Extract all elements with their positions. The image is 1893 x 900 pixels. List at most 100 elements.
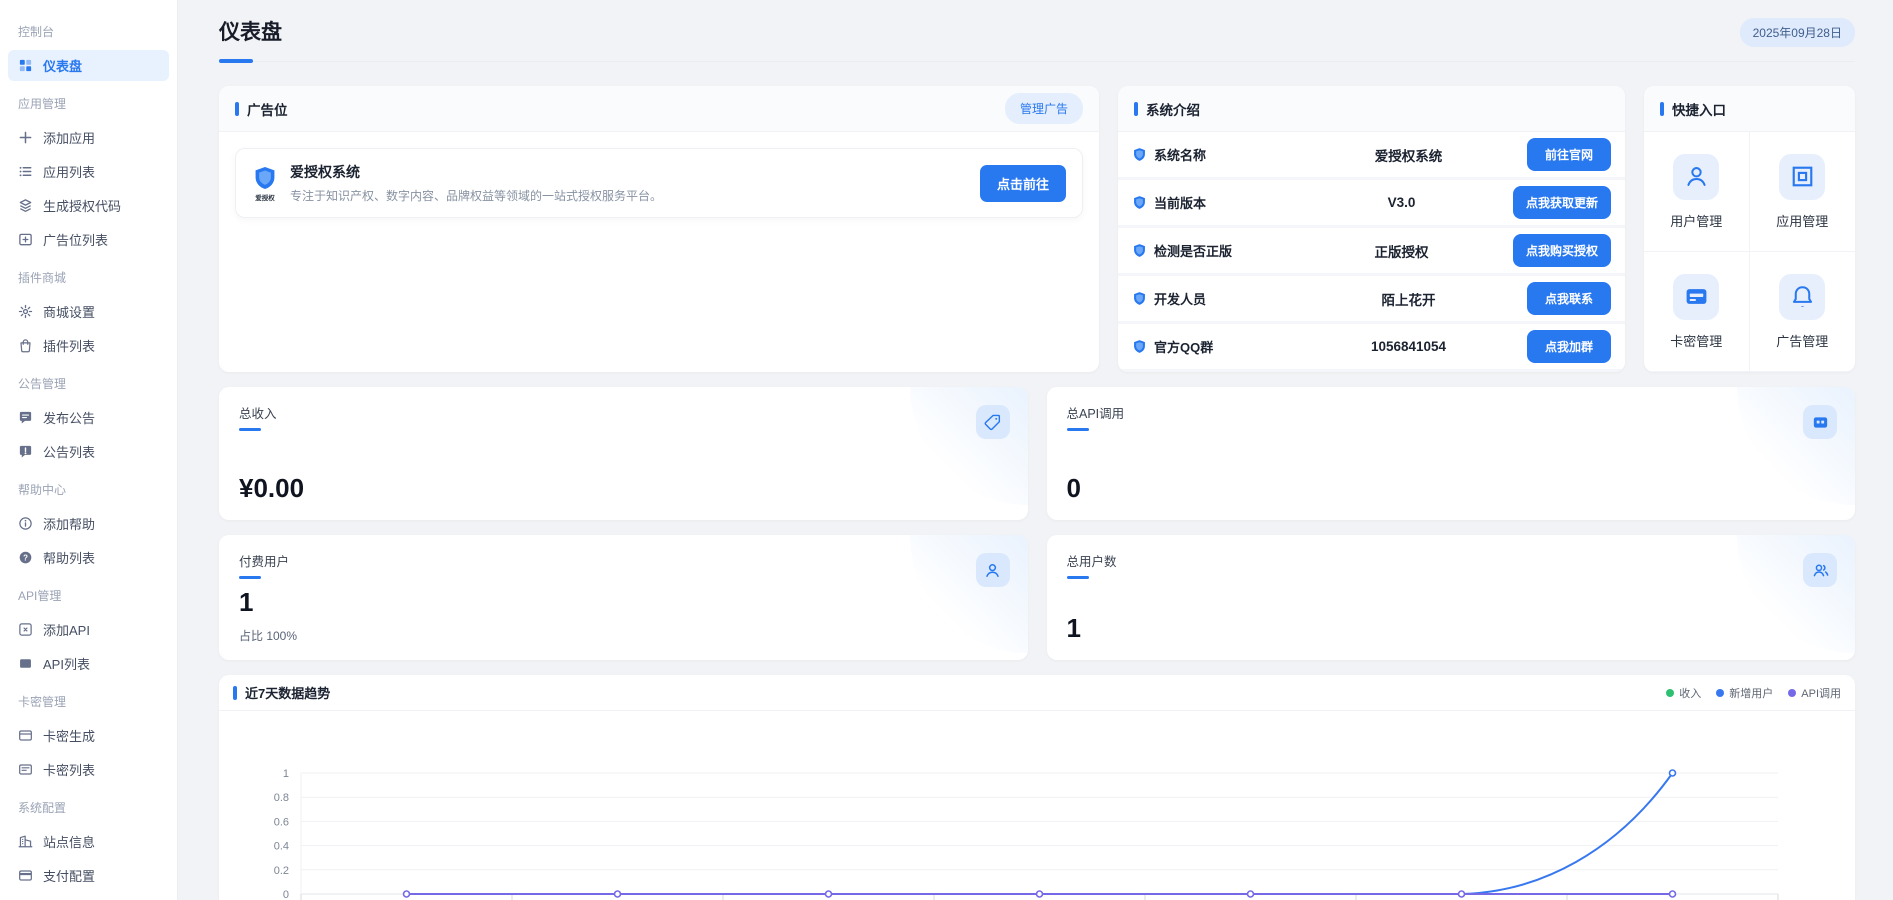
api-chip-icon	[1803, 405, 1837, 439]
quick-card-header: 快捷入口	[1644, 86, 1855, 132]
quick-entry-app-management[interactable]: 应用管理	[1750, 132, 1856, 252]
stat-sub-text: 占比 100%	[239, 627, 1008, 644]
sidebar-section-console: 控制台	[0, 12, 177, 47]
sidebar-item-mail-config[interactable]: 邮件配置	[8, 894, 169, 900]
legend-item-new-users[interactable]: 新增用户	[1716, 685, 1773, 701]
system-row-value: 陌上花开	[1290, 289, 1527, 309]
stat-card-paying-users: 付费用户 1 占比 100%	[219, 535, 1028, 660]
sidebar-item-label: 发布公告	[43, 408, 95, 427]
shield-icon	[1132, 339, 1147, 354]
legend-dot-purple	[1788, 689, 1796, 697]
sidebar-section-notices: 公告管理	[0, 364, 177, 399]
box-filled-icon	[18, 656, 33, 671]
quick-entry-ad-management[interactable]: 广告管理	[1750, 252, 1856, 372]
sidebar-item-label: 应用列表	[43, 162, 95, 181]
ad-item: 爱授权 爱授权系统 专注于知识产权、数字内容、品牌权益等领域的一站式授权服务平台…	[235, 148, 1083, 218]
chart-title: 近7天数据趋势	[245, 683, 330, 702]
sidebar-item-card-key-list[interactable]: 卡密列表	[8, 754, 169, 785]
tag-icon	[976, 405, 1010, 439]
system-row-label: 系统名称	[1154, 145, 1206, 164]
sidebar-item-api-list[interactable]: API列表	[8, 648, 169, 679]
ad-card-body: 爱授权 爱授权系统 专注于知识产权、数字内容、品牌权益等领域的一站式授权服务平台…	[219, 132, 1099, 234]
system-row-value: V3.0	[1290, 195, 1513, 210]
y-tick: 0	[283, 889, 289, 900]
sidebar-item-label: 插件列表	[43, 336, 95, 355]
y-tick: 0.2	[274, 865, 289, 877]
sidebar-item-publish-notice[interactable]: 发布公告	[8, 402, 169, 433]
ad-slot-card: 广告位 管理广告 爱授权 爱授权系统 专注于知识产权、数字内容、品牌权益等领域的…	[219, 86, 1099, 372]
new-users-peak-marker	[1670, 770, 1676, 776]
users-icon	[1803, 553, 1837, 587]
sidebar-item-ad-slot-list[interactable]: 广告位列表	[8, 224, 169, 255]
quick-entry-label: 用户管理	[1670, 211, 1722, 230]
sidebar-item-shop-settings[interactable]: 商城设置	[8, 296, 169, 327]
sidebar-item-add-help[interactable]: 添加帮助	[8, 508, 169, 539]
sidebar-item-site-info[interactable]: 站点信息	[8, 826, 169, 857]
sidebar-item-help-list[interactable]: ? 帮助列表	[8, 542, 169, 573]
plus-square-icon	[18, 232, 33, 247]
sidebar-item-label: 卡密列表	[43, 760, 95, 779]
sidebar-item-app-list[interactable]: 应用列表	[8, 156, 169, 187]
system-row-label: 当前版本	[1154, 193, 1206, 212]
sidebar-section-card-keys: 卡密管理	[0, 682, 177, 717]
ad-item-name: 爱授权系统	[290, 162, 980, 182]
system-row-value: 正版授权	[1290, 241, 1513, 261]
sidebar-item-plugin-list[interactable]: 插件列表	[8, 330, 169, 361]
sidebar-item-dashboard[interactable]: 仪表盘	[8, 50, 169, 81]
sidebar-item-add-app[interactable]: 添加应用	[8, 122, 169, 153]
legend-item-api-calls[interactable]: API调用	[1788, 685, 1841, 701]
sidebar-item-label: 添加帮助	[43, 514, 95, 533]
official-site-button[interactable]: 前往官网	[1527, 138, 1611, 171]
app-window-icon	[1779, 154, 1825, 200]
plus-icon	[18, 130, 33, 145]
stat-value: 1	[1067, 613, 1836, 644]
bag-icon	[18, 338, 33, 353]
system-row-label: 开发人员	[1154, 289, 1206, 308]
sidebar-item-label: 添加API	[43, 620, 90, 639]
ad-card-title: 广告位	[247, 99, 288, 119]
shield-icon	[1132, 243, 1147, 258]
manage-ads-button[interactable]: 管理广告	[1005, 93, 1083, 124]
buy-license-button[interactable]: 点我购买授权	[1513, 234, 1611, 267]
sidebar-item-label: 帮助列表	[43, 548, 95, 567]
header-accent-bar	[233, 686, 237, 700]
system-row-version: 当前版本 V3.0 点我获取更新	[1118, 180, 1625, 225]
y-tick: 1	[283, 768, 289, 780]
stat-label: 总用户数	[1067, 551, 1117, 579]
stat-label: 付费用户	[239, 551, 289, 579]
system-row-value: 1056841054	[1290, 339, 1527, 354]
y-tick: 0.4	[274, 841, 289, 853]
sidebar-item-card-key-generate[interactable]: 卡密生成	[8, 720, 169, 751]
quick-entry-label: 应用管理	[1776, 211, 1828, 230]
go-to-ad-button[interactable]: 点击前往	[980, 165, 1066, 202]
get-update-button[interactable]: 点我获取更新	[1513, 186, 1611, 219]
stat-card-total-api-calls: 总API调用 0	[1047, 387, 1856, 520]
sidebar-item-generate-auth-code[interactable]: 生成授权代码	[8, 190, 169, 221]
legend-dot-green	[1666, 689, 1674, 697]
ad-texts: 爱授权系统 专注于知识产权、数字内容、品牌权益等领域的一站式授权服务平台。	[290, 162, 980, 204]
legend-item-revenue[interactable]: 收入	[1666, 685, 1701, 701]
sidebar-item-label: API列表	[43, 654, 90, 673]
stat-value: 0	[1067, 473, 1836, 504]
series-line-new-users	[407, 773, 1673, 894]
stat-card-total-revenue: 总收入 ¥0.00	[219, 387, 1028, 520]
sidebar-item-add-api[interactable]: 添加API	[8, 614, 169, 645]
join-group-button[interactable]: 点我加群	[1527, 330, 1611, 363]
building-icon	[18, 834, 33, 849]
quick-card-title: 快捷入口	[1672, 99, 1726, 119]
list-icon	[18, 164, 33, 179]
contact-button[interactable]: 点我联系	[1527, 282, 1611, 315]
stat-value: ¥0.00	[239, 473, 1008, 504]
sidebar-item-payment-config[interactable]: 支付配置	[8, 860, 169, 891]
chat-icon	[18, 410, 33, 425]
shield-icon	[1132, 195, 1147, 210]
quick-entry-user-management[interactable]: 用户管理	[1644, 132, 1750, 252]
system-row-license: 检测是否正版 正版授权 点我购买授权	[1118, 228, 1625, 273]
sidebar-item-label: 添加应用	[43, 128, 95, 147]
trend-chart-card: 近7天数据趋势 收入 新增用户 API调用 1	[219, 675, 1855, 900]
system-row-label: 官方QQ群	[1154, 337, 1213, 356]
quick-entry-card-key-management[interactable]: 卡密管理	[1644, 252, 1750, 372]
sidebar-item-notice-list[interactable]: 公告列表	[8, 436, 169, 467]
sidebar-item-label: 支付配置	[43, 866, 95, 885]
bell-icon	[1779, 274, 1825, 320]
